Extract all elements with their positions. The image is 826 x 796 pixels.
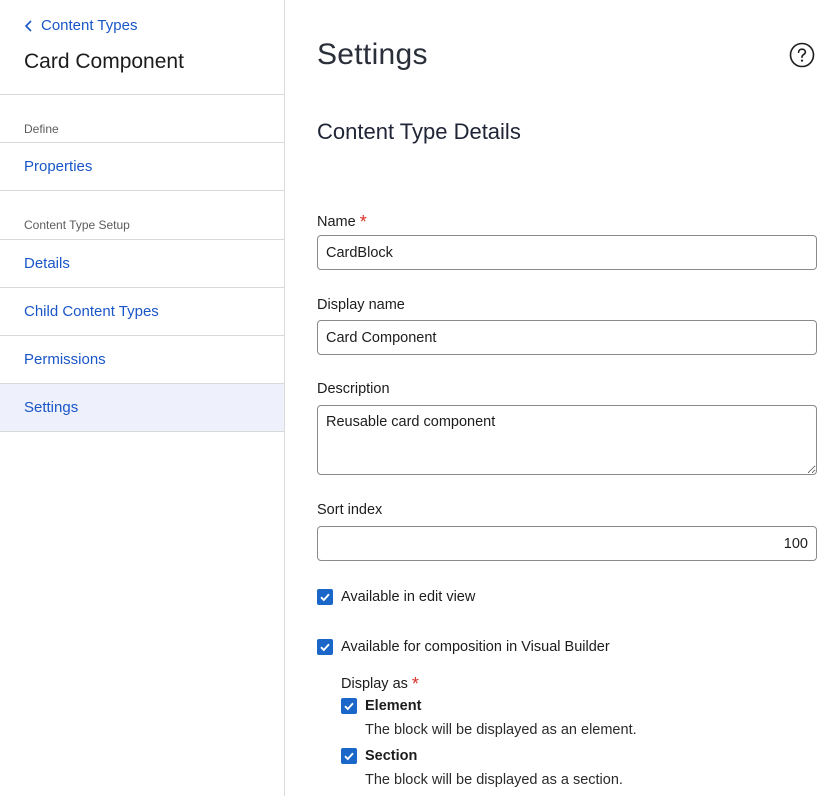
section-hint: The block will be displayed as a section… [365,772,623,788]
divider [0,190,284,191]
sidebar-item-child-content-types[interactable]: Child Content Types [0,288,284,335]
display-name-label: Display name [317,297,405,313]
group-label-define: Define [24,122,59,136]
sort-index-input[interactable] [317,526,817,561]
display-name-input[interactable] [317,320,817,355]
required-asterisk: * [411,674,419,694]
description-label: Description [317,381,390,397]
sort-index-label: Sort index [317,502,383,518]
available-edit-view-row: Available in edit view [317,589,475,605]
name-label-text: Name [317,214,356,230]
available-composition-label: Available for composition in Visual Buil… [341,639,610,655]
back-link-label: Content Types [41,17,138,34]
chevron-left-icon [24,19,32,32]
sidebar: Content Types Card Component Define Prop… [0,0,285,796]
divider [0,94,284,95]
back-to-content-types-link[interactable]: Content Types [24,17,137,34]
checkmark-icon [344,752,354,761]
display-as-label: Display as * [341,672,419,694]
divider [0,431,284,432]
description-textarea[interactable]: Reusable card component [317,405,817,475]
element-label: Element [365,698,422,714]
checkmark-icon [344,702,354,711]
sidebar-item-details[interactable]: Details [0,240,284,287]
page-title: Settings [317,38,428,71]
section-title: Content Type Details [317,119,521,144]
checkmark-icon [320,593,330,602]
element-hint: The block will be displayed as an elemen… [365,722,637,738]
available-edit-view-checkbox[interactable] [317,589,333,605]
available-composition-checkbox[interactable] [317,639,333,655]
available-edit-view-label: Available in edit view [341,589,476,605]
section-label: Section [365,748,418,764]
element-checkbox[interactable] [341,698,357,714]
sidebar-item-permissions[interactable]: Permissions [0,336,284,383]
required-asterisk: * [359,212,367,232]
content-type-title: Card Component [24,50,184,73]
available-composition-row: Available for composition in Visual Buil… [317,639,610,655]
group-label-content-type-setup: Content Type Setup [24,218,130,232]
question-circle-icon[interactable] [789,42,815,68]
display-as-element-row: Element [341,698,421,714]
section-checkbox[interactable] [341,748,357,764]
name-label: Name * [317,210,367,232]
main-content: Settings Content Type Details Name* Disp… [285,0,826,796]
display-as-section-row: Section [341,748,417,764]
sidebar-item-settings[interactable]: Settings [0,384,284,431]
sidebar-item-properties[interactable]: Properties [0,143,284,190]
name-input[interactable] [317,235,817,270]
display-as-label-text: Display as [341,676,408,692]
checkmark-icon [320,643,330,652]
